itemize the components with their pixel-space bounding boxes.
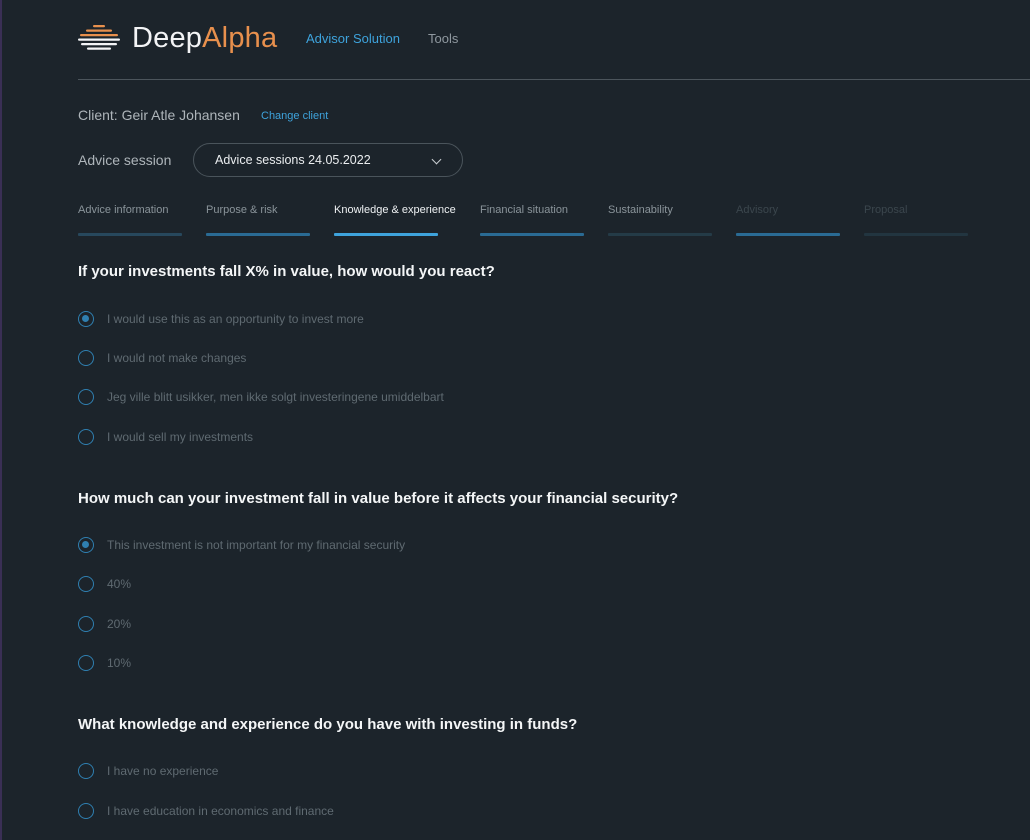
radio-button[interactable]	[78, 655, 94, 671]
radio-option[interactable]: I have no experience	[78, 763, 218, 779]
radio-option-label: 40%	[107, 577, 132, 591]
advice-session-label: Advice session	[78, 152, 172, 168]
radio-option[interactable]: I would sell my investments	[78, 429, 253, 445]
step-label: Financial situation	[480, 204, 569, 216]
chevron-down-icon	[431, 154, 442, 165]
nav-advisor-solution[interactable]: Advisor Solution	[306, 31, 400, 46]
step-label: Knowledge & experience	[334, 204, 456, 216]
step-advice-information[interactable]: Advice information	[78, 204, 182, 238]
radio-option[interactable]: 40%	[78, 576, 131, 592]
question-title: If your investments fall X% in value, ho…	[78, 263, 495, 280]
radio-button-checked[interactable]	[78, 537, 94, 553]
radio-option-label: I would sell my investments	[107, 430, 254, 444]
step-financial-situation[interactable]: Financial situation	[480, 204, 584, 238]
header-divider	[78, 79, 1030, 80]
client-name: Client: Geir Atle Johansen	[78, 107, 240, 123]
logo-word-deep: Deep	[132, 22, 203, 54]
radio-option[interactable]: This investment is not important for my …	[78, 537, 405, 553]
radio-option-label: I have no experience	[107, 764, 219, 778]
radio-option[interactable]: I have education in economics and financ…	[78, 803, 334, 819]
step-progress-bar	[864, 233, 968, 236]
question-title: How much can your investment fall in val…	[78, 490, 679, 507]
radio-option-label: This investment is not important for my …	[107, 538, 406, 552]
radio-option-label: I would not make changes	[107, 351, 247, 365]
deepalpha-logo-icon	[78, 25, 120, 50]
radio-button-checked[interactable]	[78, 311, 94, 327]
step-advisory[interactable]: Advisory	[736, 204, 840, 238]
step-label: Sustainability	[608, 204, 673, 216]
radio-button[interactable]	[78, 616, 94, 632]
deepalpha-logo[interactable]: DeepAlpha	[78, 22, 277, 54]
nav-tools[interactable]: Tools	[428, 31, 458, 46]
radio-option[interactable]: I would use this as an opportunity to in…	[78, 311, 364, 327]
step-progress-bar	[206, 233, 310, 236]
step-label: Proposal	[864, 204, 908, 216]
step-purpose-risk[interactable]: Purpose & risk	[206, 204, 310, 238]
logo-wordmark: DeepAlpha	[132, 22, 277, 54]
step-label: Advisory	[736, 204, 779, 216]
radio-option-label: 20%	[107, 617, 132, 631]
radio-button[interactable]	[78, 389, 94, 405]
advice-session-value: Advice sessions 24.05.2022	[215, 153, 371, 167]
change-client-link[interactable]: Change client	[261, 110, 328, 122]
radio-button[interactable]	[78, 350, 94, 366]
window-edge	[0, 0, 2, 840]
step-progress-bar	[480, 233, 584, 236]
step-knowledge-experience[interactable]: Knowledge & experience	[334, 204, 456, 238]
step-proposal[interactable]: Proposal	[864, 204, 968, 238]
step-progress-bar	[736, 233, 840, 236]
radio-option[interactable]: I would not make changes	[78, 350, 246, 366]
radio-button[interactable]	[78, 429, 94, 445]
radio-option[interactable]: 10%	[78, 655, 131, 671]
radio-option-label: I would use this as an opportunity to in…	[107, 312, 364, 326]
step-progress-bar	[334, 233, 438, 236]
radio-option-label: I have education in economics and financ…	[107, 804, 334, 818]
radio-button[interactable]	[78, 763, 94, 779]
radio-option[interactable]: 20%	[78, 616, 131, 632]
step-label: Purpose & risk	[206, 204, 278, 216]
step-sustainability[interactable]: Sustainability	[608, 204, 712, 238]
question-title: What knowledge and experience do you hav…	[78, 716, 578, 733]
step-progress-bar	[78, 233, 182, 236]
radio-button[interactable]	[78, 803, 94, 819]
advice-session-dropdown[interactable]: Advice sessions 24.05.2022	[193, 143, 463, 177]
logo-word-alpha: Alpha	[202, 22, 278, 54]
radio-option[interactable]: Jeg ville blitt usikker, men ikke solgt …	[78, 389, 444, 405]
radio-button[interactable]	[78, 576, 94, 592]
step-progress-bar	[608, 233, 712, 236]
radio-option-label: Jeg ville blitt usikker, men ikke solgt …	[107, 390, 444, 404]
radio-option-label: 10%	[107, 656, 132, 670]
step-label: Advice information	[78, 204, 169, 216]
